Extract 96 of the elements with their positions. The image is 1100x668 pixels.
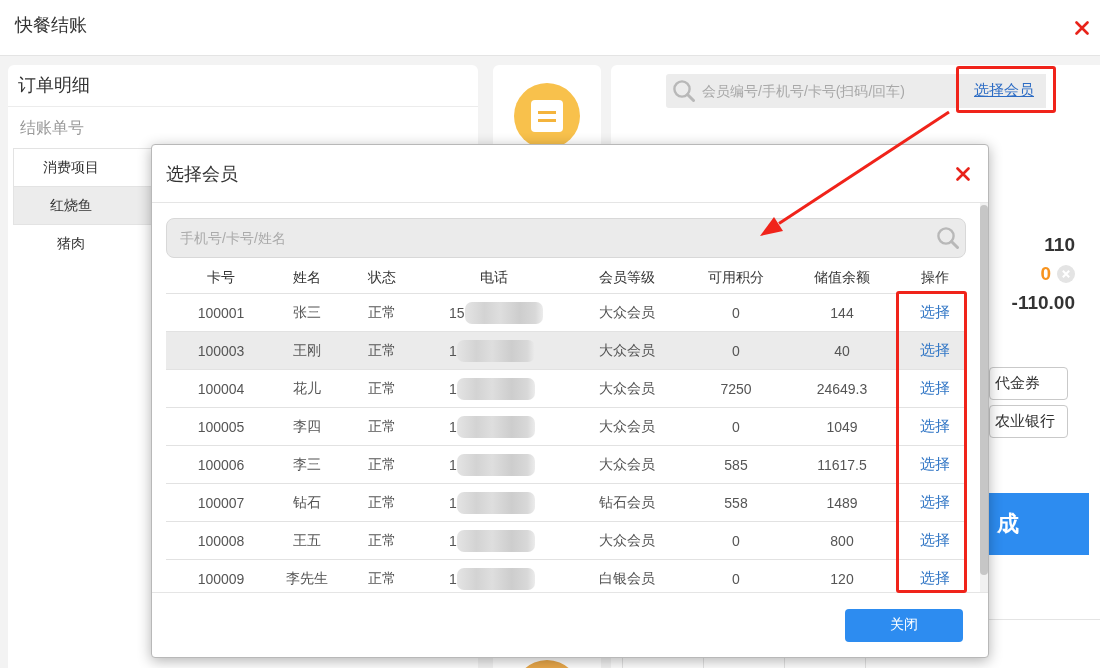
select-link[interactable]: 选择 (920, 417, 950, 436)
field-label: 结账单号 (19, 118, 85, 138)
table-cell: 1 (449, 418, 457, 435)
table-cell-text: 558 (723, 494, 749, 511)
table-cell-text: 张三 (292, 303, 322, 322)
table-cell-text: 正常 (367, 531, 397, 550)
amount-value: 0 (1040, 263, 1051, 286)
table-cell-text: 100008 (196, 532, 246, 549)
table-cell-text: 红烧鱼 (49, 196, 93, 215)
table-cell-text: 1489 (825, 494, 859, 511)
table-cell-text: 正常 (367, 569, 397, 588)
table-cell: 1 (449, 380, 457, 397)
dialog-title: 选择会员 (166, 162, 238, 186)
table-cell-text: 0 (731, 570, 741, 587)
table-cell-text: 100009 (196, 570, 246, 587)
column-header: 储值余额 (813, 268, 871, 287)
table-cell-text: 0 (731, 418, 741, 435)
select-link[interactable]: 选择 (920, 569, 950, 588)
panel-title: 订单明细 (8, 65, 478, 107)
table-cell-text: 正常 (367, 379, 397, 398)
search-icon[interactable] (673, 79, 695, 102)
table-cell-text: 100006 (196, 456, 246, 473)
table-cell-text: 花儿 (292, 379, 322, 398)
table-cell-text: 李先生 (285, 569, 329, 588)
table-cell-text: 正常 (367, 417, 397, 436)
table-cell-text: 王刚 (292, 341, 322, 360)
select-link[interactable]: 选择 (920, 531, 950, 550)
select-link[interactable]: 选择 (920, 341, 950, 360)
table-cell-text: 钻石 (292, 493, 322, 512)
amount-value: 110 (1044, 234, 1075, 257)
table-cell-text: 100003 (196, 342, 246, 359)
table-cell-text: 正常 (367, 341, 397, 360)
table-cell-text: 100007 (196, 494, 246, 511)
clear-icon[interactable] (1057, 265, 1075, 284)
table-cell-text: 大众会员 (598, 531, 656, 550)
table-cell-text: 大众会员 (598, 341, 656, 360)
table-cell-text: 大众会员 (598, 379, 656, 398)
close-icon[interactable] (1075, 20, 1089, 35)
table-cell-text: 100005 (196, 418, 246, 435)
close-icon[interactable] (956, 166, 970, 181)
amount-value: -110.00 (1011, 292, 1075, 315)
table-cell-text: 正常 (367, 493, 397, 512)
table-cell-text: 800 (829, 532, 855, 549)
table-cell: 1 (449, 494, 457, 511)
column-header: 消费项目 (42, 158, 100, 177)
table-cell-text: 大众会员 (598, 417, 656, 436)
search-icon[interactable] (937, 227, 959, 249)
table-cell-text: 0 (731, 304, 741, 321)
table-cell: 1 (449, 532, 457, 549)
table-cell-text: 大众会员 (598, 455, 656, 474)
table-cell-text: 24649.3 (815, 380, 869, 397)
table-cell-text: 正常 (367, 455, 397, 474)
table-cell: 1 (449, 342, 457, 359)
select-link[interactable]: 选择 (920, 493, 950, 512)
column-header: 状态 (367, 268, 397, 287)
table-cell-text: 李四 (292, 417, 322, 436)
column-header: 姓名 (292, 268, 322, 287)
table-cell-text: 0 (731, 342, 741, 359)
table-cell-text: 585 (723, 456, 749, 473)
table-cell-text: 白银会员 (598, 569, 656, 588)
table-cell-text: 7250 (719, 380, 753, 397)
column-header: 卡号 (206, 268, 236, 287)
payment-method-button[interactable]: 代金券 (989, 366, 1068, 400)
select-member-link[interactable]: 选择会员 (974, 81, 1034, 101)
table-cell-text: 李三 (292, 455, 322, 474)
table-cell-text: 大众会员 (598, 303, 656, 322)
payment-method-button[interactable]: 农业银行 (989, 404, 1068, 438)
table-cell-text: 11617.5 (816, 456, 868, 473)
window-title: 快餐结账 (15, 13, 87, 37)
close-button[interactable]: 关闭 (845, 608, 963, 642)
table-cell-text: 钻石会员 (598, 493, 656, 512)
search-field[interactable]: 手机号/卡号/姓名 (166, 218, 966, 258)
table-cell: 1 (449, 570, 457, 587)
table-cell-text: 144 (829, 304, 855, 321)
table-cell-text: 100001 (196, 304, 246, 321)
complete-button[interactable]: 成 (989, 492, 1089, 556)
table-cell-text: 猪肉 (56, 234, 86, 253)
table-cell-text: 40 (833, 342, 851, 359)
search-field[interactable]: 会员编号/手机号/卡号(扫码/回车) 选择会员 (666, 74, 1046, 108)
select-link[interactable]: 选择 (920, 455, 950, 474)
column-header: 操作 (920, 268, 950, 287)
table-cell: 15 (449, 304, 465, 321)
column-header: 会员等级 (598, 268, 656, 287)
table-cell-text: 100004 (196, 380, 246, 397)
table-cell-text: 1049 (825, 418, 859, 435)
select-link[interactable]: 选择 (920, 379, 950, 398)
table-cell-text: 120 (829, 570, 855, 587)
table-cell-text: 正常 (367, 303, 397, 322)
select-link[interactable]: 选择 (920, 303, 950, 322)
search-input[interactable]: 手机号/卡号/姓名 (180, 230, 937, 246)
table-cell: 1 (449, 456, 457, 473)
column-header: 电话 (479, 268, 509, 287)
table-cell-text: 0 (731, 532, 741, 549)
table-cell-text: 王五 (292, 531, 322, 550)
search-input[interactable]: 会员编号/手机号/卡号(扫码/回车) (702, 82, 974, 99)
column-header: 可用积分 (707, 268, 765, 287)
